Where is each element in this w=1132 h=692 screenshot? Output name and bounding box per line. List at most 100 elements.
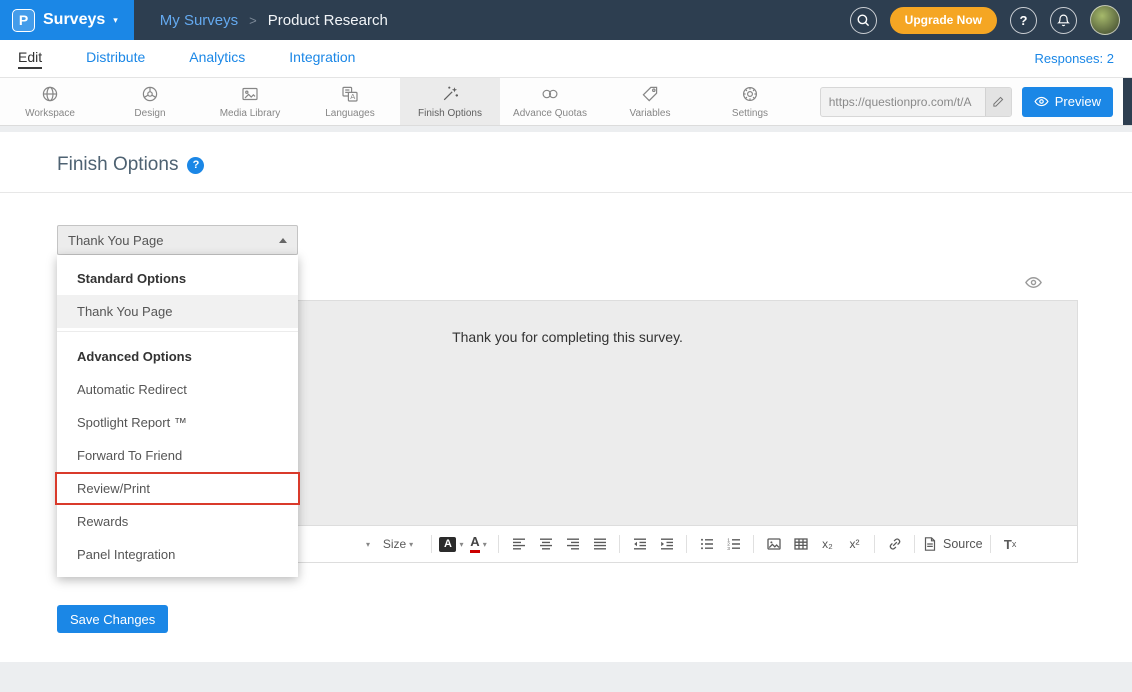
notifications-button[interactable] [1050,7,1077,34]
toolbar-separator [914,535,915,553]
breadcrumb: My Surveys > Product Research [160,12,388,29]
page-help-icon[interactable]: ? [187,157,204,174]
insert-table-button[interactable] [788,532,813,557]
eye-icon [1024,276,1043,289]
product-switcher[interactable]: P Surveys ▾ [0,0,134,40]
bullet-list-icon [699,536,715,552]
toolbar-item-label: Languages [325,108,375,119]
side-panel-toggle[interactable] [1123,78,1132,125]
avatar[interactable] [1090,5,1120,35]
toolbar-item-media-library[interactable]: Media Library [200,78,300,125]
tab-integration[interactable]: Integration [289,49,355,69]
chevron-up-icon [279,238,287,243]
remove-format-button[interactable]: Tx [998,532,1023,557]
toolbar-item-advance-quotas[interactable]: Advance Quotas [500,78,600,125]
svg-text:3: 3 [727,546,730,552]
logo-letter: P [19,12,28,28]
outdent-button[interactable] [627,532,652,557]
toolbar-item-label: Workspace [25,108,75,119]
section-tabs-row: Edit Distribute Analytics Integration Re… [0,40,1132,78]
save-changes-button[interactable]: Save Changes [57,605,168,633]
link-icon [887,536,903,552]
insert-link-button[interactable] [882,532,907,557]
eye-icon [1034,96,1049,107]
menu-item-review-print[interactable]: Review/Print [55,472,300,505]
menu-group-header-standard: Standard Options [57,261,298,295]
breadcrumb-current: Product Research [268,12,388,29]
align-right-button[interactable] [560,532,585,557]
menu-group-header-advanced: Advanced Options [57,339,298,373]
size-dropdown-label: Size [383,537,406,551]
editor-preview-toggle[interactable] [1024,276,1043,294]
search-button[interactable] [850,7,877,34]
toolbar-item-finish-options[interactable]: Finish Options [400,78,500,125]
finish-option-selected-value: Thank You Page [68,233,163,248]
menu-item-spotlight-report[interactable]: Spotlight Report ™ [57,406,298,439]
chevron-down-icon: ▾ [483,540,487,549]
bullet-list-button[interactable] [694,532,719,557]
numbered-list-icon: 123 [726,536,742,552]
menu-item-forward-to-friend[interactable]: Forward To Friend [57,439,298,472]
chevron-down-icon: ▾ [366,540,370,549]
align-center-icon [538,536,554,552]
toolbar-item-variables[interactable]: Variables [600,78,700,125]
editor-text: Thank you for completing this survey. [452,329,683,345]
bell-icon [1056,13,1071,27]
superscript-button[interactable]: x² [842,532,867,557]
pencil-icon [992,95,1005,108]
toolbar-item-label: Design [134,108,165,119]
responses-count-link[interactable]: Responses: 2 [1035,51,1115,66]
toolbar-item-settings[interactable]: Settings [700,78,800,125]
preview-button[interactable]: Preview [1022,87,1113,117]
tab-analytics[interactable]: Analytics [189,49,245,69]
align-left-button[interactable] [506,532,531,557]
survey-url-group: Preview [820,78,1123,125]
toolbar-item-label: Settings [732,108,768,119]
background-color-button[interactable]: A ▾ [439,532,464,557]
menu-item-automatic-redirect[interactable]: Automatic Redirect [57,373,298,406]
finish-options-card: Finish Options ? Thank You Page Standard… [0,132,1132,662]
toolbar-separator [619,535,620,553]
align-center-button[interactable] [533,532,558,557]
variables-icon [640,84,660,104]
insert-image-button[interactable] [761,532,786,557]
remove-format-icon: T [1004,537,1012,552]
align-justify-icon [592,536,608,552]
numbered-list-button[interactable]: 123 [721,532,746,557]
align-justify-button[interactable] [587,532,612,557]
design-icon [140,84,160,104]
size-dropdown[interactable]: Size ▾ [372,532,424,557]
advance-quotas-icon [540,84,560,104]
background-color-icon: A [439,537,456,552]
chevron-down-icon: ▾ [409,540,413,549]
page-background: Finish Options ? Thank You Page Standard… [0,126,1132,690]
edit-url-button[interactable] [985,87,1011,117]
menu-item-thank-you-page[interactable]: Thank You Page [57,295,298,328]
toolbar-item-label: Variables [630,108,671,119]
chevron-down-icon: ▾ [459,540,463,549]
menu-item-panel-integration[interactable]: Panel Integration [57,538,298,571]
text-color-button[interactable]: A ▾ [466,532,491,557]
help-button[interactable]: ? [1010,7,1037,34]
finish-option-select[interactable]: Thank You Page [57,225,298,255]
indent-icon [659,536,675,552]
indent-button[interactable] [654,532,679,557]
toolbar-item-workspace[interactable]: Workspace [0,78,100,125]
subscript-button[interactable]: x₂ [815,532,840,557]
breadcrumb-my-surveys[interactable]: My Surveys [160,12,238,29]
product-switcher-label: Surveys [43,11,105,29]
toolbar-item-languages[interactable]: A Languages [300,78,400,125]
settings-icon [740,84,760,104]
toolbar-item-design[interactable]: Design [100,78,200,125]
font-dropdown[interactable]: ▾ [310,532,370,557]
source-icon [922,536,938,552]
source-button-label: Source [943,537,983,551]
survey-url-input[interactable] [821,88,985,116]
toolbar-separator [874,535,875,553]
tab-edit[interactable]: Edit [18,49,42,69]
upgrade-now-button[interactable]: Upgrade Now [890,7,997,34]
page-title: Finish Options [57,154,178,176]
tab-distribute[interactable]: Distribute [86,49,145,69]
menu-item-rewards[interactable]: Rewards [57,505,298,538]
source-button[interactable]: Source [922,532,983,557]
